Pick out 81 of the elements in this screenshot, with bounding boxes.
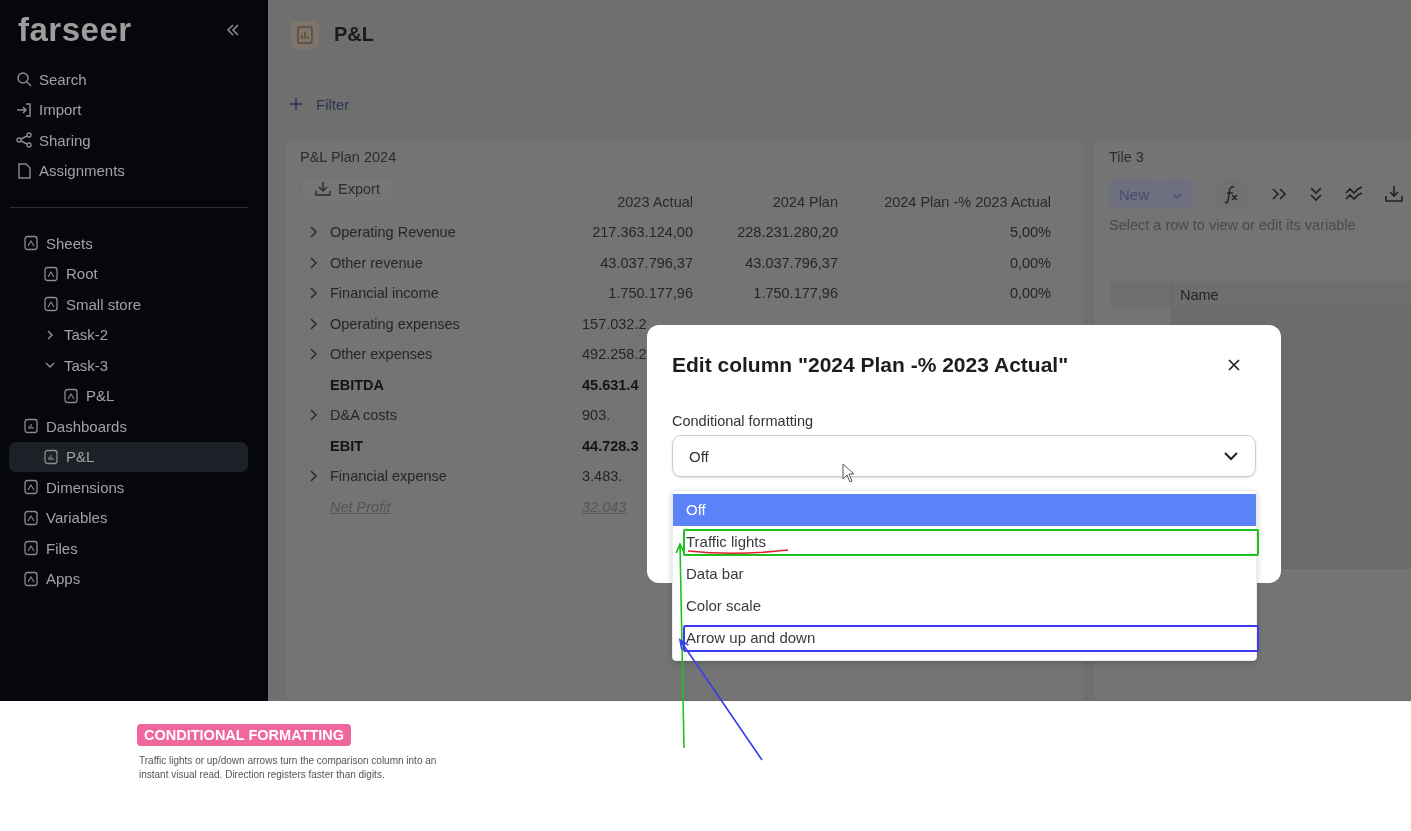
panel-title: Tile 3 bbox=[1109, 149, 1145, 165]
close-icon[interactable] bbox=[1227, 358, 1241, 372]
tree-item[interactable]: Task-3 bbox=[9, 350, 248, 381]
row-label: Other revenue bbox=[330, 254, 424, 271]
double-chevron-right-icon[interactable] bbox=[1271, 187, 1287, 201]
download-icon bbox=[315, 181, 331, 197]
cursor-icon bbox=[842, 463, 856, 483]
logo: farseer bbox=[18, 11, 132, 49]
share-icon bbox=[16, 132, 32, 149]
chevron-icon[interactable] bbox=[309, 470, 319, 483]
tree-item[interactable]: Apps bbox=[9, 563, 248, 594]
table-cell-text: 43.037.796,37 bbox=[744, 254, 838, 271]
dropdown-option[interactable]: Traffic lights bbox=[673, 526, 1256, 558]
table-cell-text: 217.363.124,00 bbox=[591, 224, 693, 241]
table-cell-text: 0,00% bbox=[1008, 254, 1051, 271]
collapse-icon[interactable] bbox=[226, 24, 240, 36]
chevron-icon[interactable] bbox=[309, 409, 319, 422]
table-cell-text: 5,00% bbox=[1008, 224, 1051, 241]
dropdown-option[interactable]: Data bar bbox=[673, 558, 1256, 590]
nav-item[interactable]: Sharing bbox=[0, 125, 268, 156]
tree-item[interactable]: Small store bbox=[9, 289, 248, 320]
table-cell-text: 44.728.3 bbox=[581, 437, 640, 454]
row-label: Financial income bbox=[330, 285, 440, 302]
nav-item[interactable]: Import bbox=[0, 94, 268, 125]
chevron-icon[interactable] bbox=[309, 256, 319, 269]
search-icon bbox=[16, 71, 32, 88]
select-field[interactable]: Off bbox=[672, 435, 1256, 477]
dashboard-icon bbox=[290, 19, 320, 50]
dialog-title: Edit column "2024 Plan -% 2023 Actual" bbox=[672, 353, 1069, 377]
table-cell-text: 228.231.280,20 bbox=[736, 224, 838, 241]
panel-title: P&L Plan 2024 bbox=[300, 149, 398, 165]
column-header: 2024 Plan -% 2023 Actual bbox=[883, 194, 1051, 210]
plus-icon bbox=[290, 98, 302, 110]
table-cell-text: 1.750.177,96 bbox=[752, 285, 838, 302]
download-icon[interactable] bbox=[1385, 185, 1403, 203]
section-badge: CONDITIONAL FORMATTING bbox=[137, 724, 352, 746]
tree-item[interactable]: P&L bbox=[9, 380, 248, 411]
chevron-icon[interactable] bbox=[309, 317, 319, 330]
table-cell-text: 492.258.2 bbox=[581, 346, 648, 363]
import-icon bbox=[16, 101, 32, 118]
table-cell-text: 1.750.177,96 bbox=[607, 285, 693, 302]
column-header: 2024 Plan bbox=[771, 194, 838, 210]
table-cell-text: 45.631.4 bbox=[581, 376, 640, 393]
chevron-icon[interactable] bbox=[309, 348, 319, 361]
table-cell-text: 157.032.2 bbox=[581, 315, 648, 332]
row-label: Other expenses bbox=[330, 346, 434, 363]
tree-item[interactable]: P&L bbox=[9, 441, 248, 472]
double-chevron-down-icon[interactable] bbox=[1309, 186, 1323, 202]
dropdown-option[interactable]: Off bbox=[673, 494, 1256, 526]
tree-item[interactable]: Task-2 bbox=[9, 319, 248, 350]
row-label: Financial expense bbox=[330, 468, 448, 485]
table-cell-text: 43.037.796,37 bbox=[599, 254, 693, 271]
column-header: 2023 Actual bbox=[616, 194, 693, 210]
chevron-icon[interactable] bbox=[309, 287, 319, 300]
chevron-down-icon bbox=[1223, 451, 1239, 461]
tree-item[interactable]: Root bbox=[9, 258, 248, 289]
nav-item[interactable]: Search bbox=[0, 64, 268, 95]
row-label: Operating Revenue bbox=[330, 224, 457, 241]
table-cell-text: 0,00% bbox=[1008, 285, 1051, 302]
tree-item[interactable]: Files bbox=[9, 533, 248, 564]
page-title: P&L bbox=[334, 23, 374, 46]
row-label: EBITDA bbox=[330, 376, 385, 393]
field-label: Conditional formatting bbox=[672, 413, 815, 429]
caption-text: Traffic lights or up/down arrows turn the comparison column into an instant visual read. Direction registers faster than digits. bbox=[139, 754, 438, 782]
nav-item[interactable]: Assignments bbox=[0, 155, 268, 186]
chevron-icon[interactable] bbox=[309, 226, 319, 239]
tree-item[interactable]: Sheets bbox=[9, 228, 248, 259]
caret-icon bbox=[1172, 192, 1182, 200]
row-label: Operating expenses bbox=[330, 315, 461, 332]
tree-item[interactable]: Variables bbox=[9, 502, 248, 533]
column-header: Name bbox=[1179, 286, 1220, 305]
chart-icon bbox=[23, 418, 39, 435]
chart-icon bbox=[43, 448, 59, 465]
row-label: EBIT bbox=[330, 437, 365, 454]
table-cell-text: 3.483. bbox=[581, 468, 624, 485]
tree-item[interactable]: Dimensions bbox=[9, 472, 248, 503]
row-label: D&A costs bbox=[330, 407, 398, 424]
approx-icon[interactable] bbox=[1345, 186, 1363, 202]
dropdown-option[interactable]: Color scale bbox=[673, 590, 1256, 622]
tree-item[interactable]: Dashboards bbox=[9, 411, 248, 442]
dropdown-option[interactable]: Arrow up and down bbox=[673, 622, 1256, 654]
